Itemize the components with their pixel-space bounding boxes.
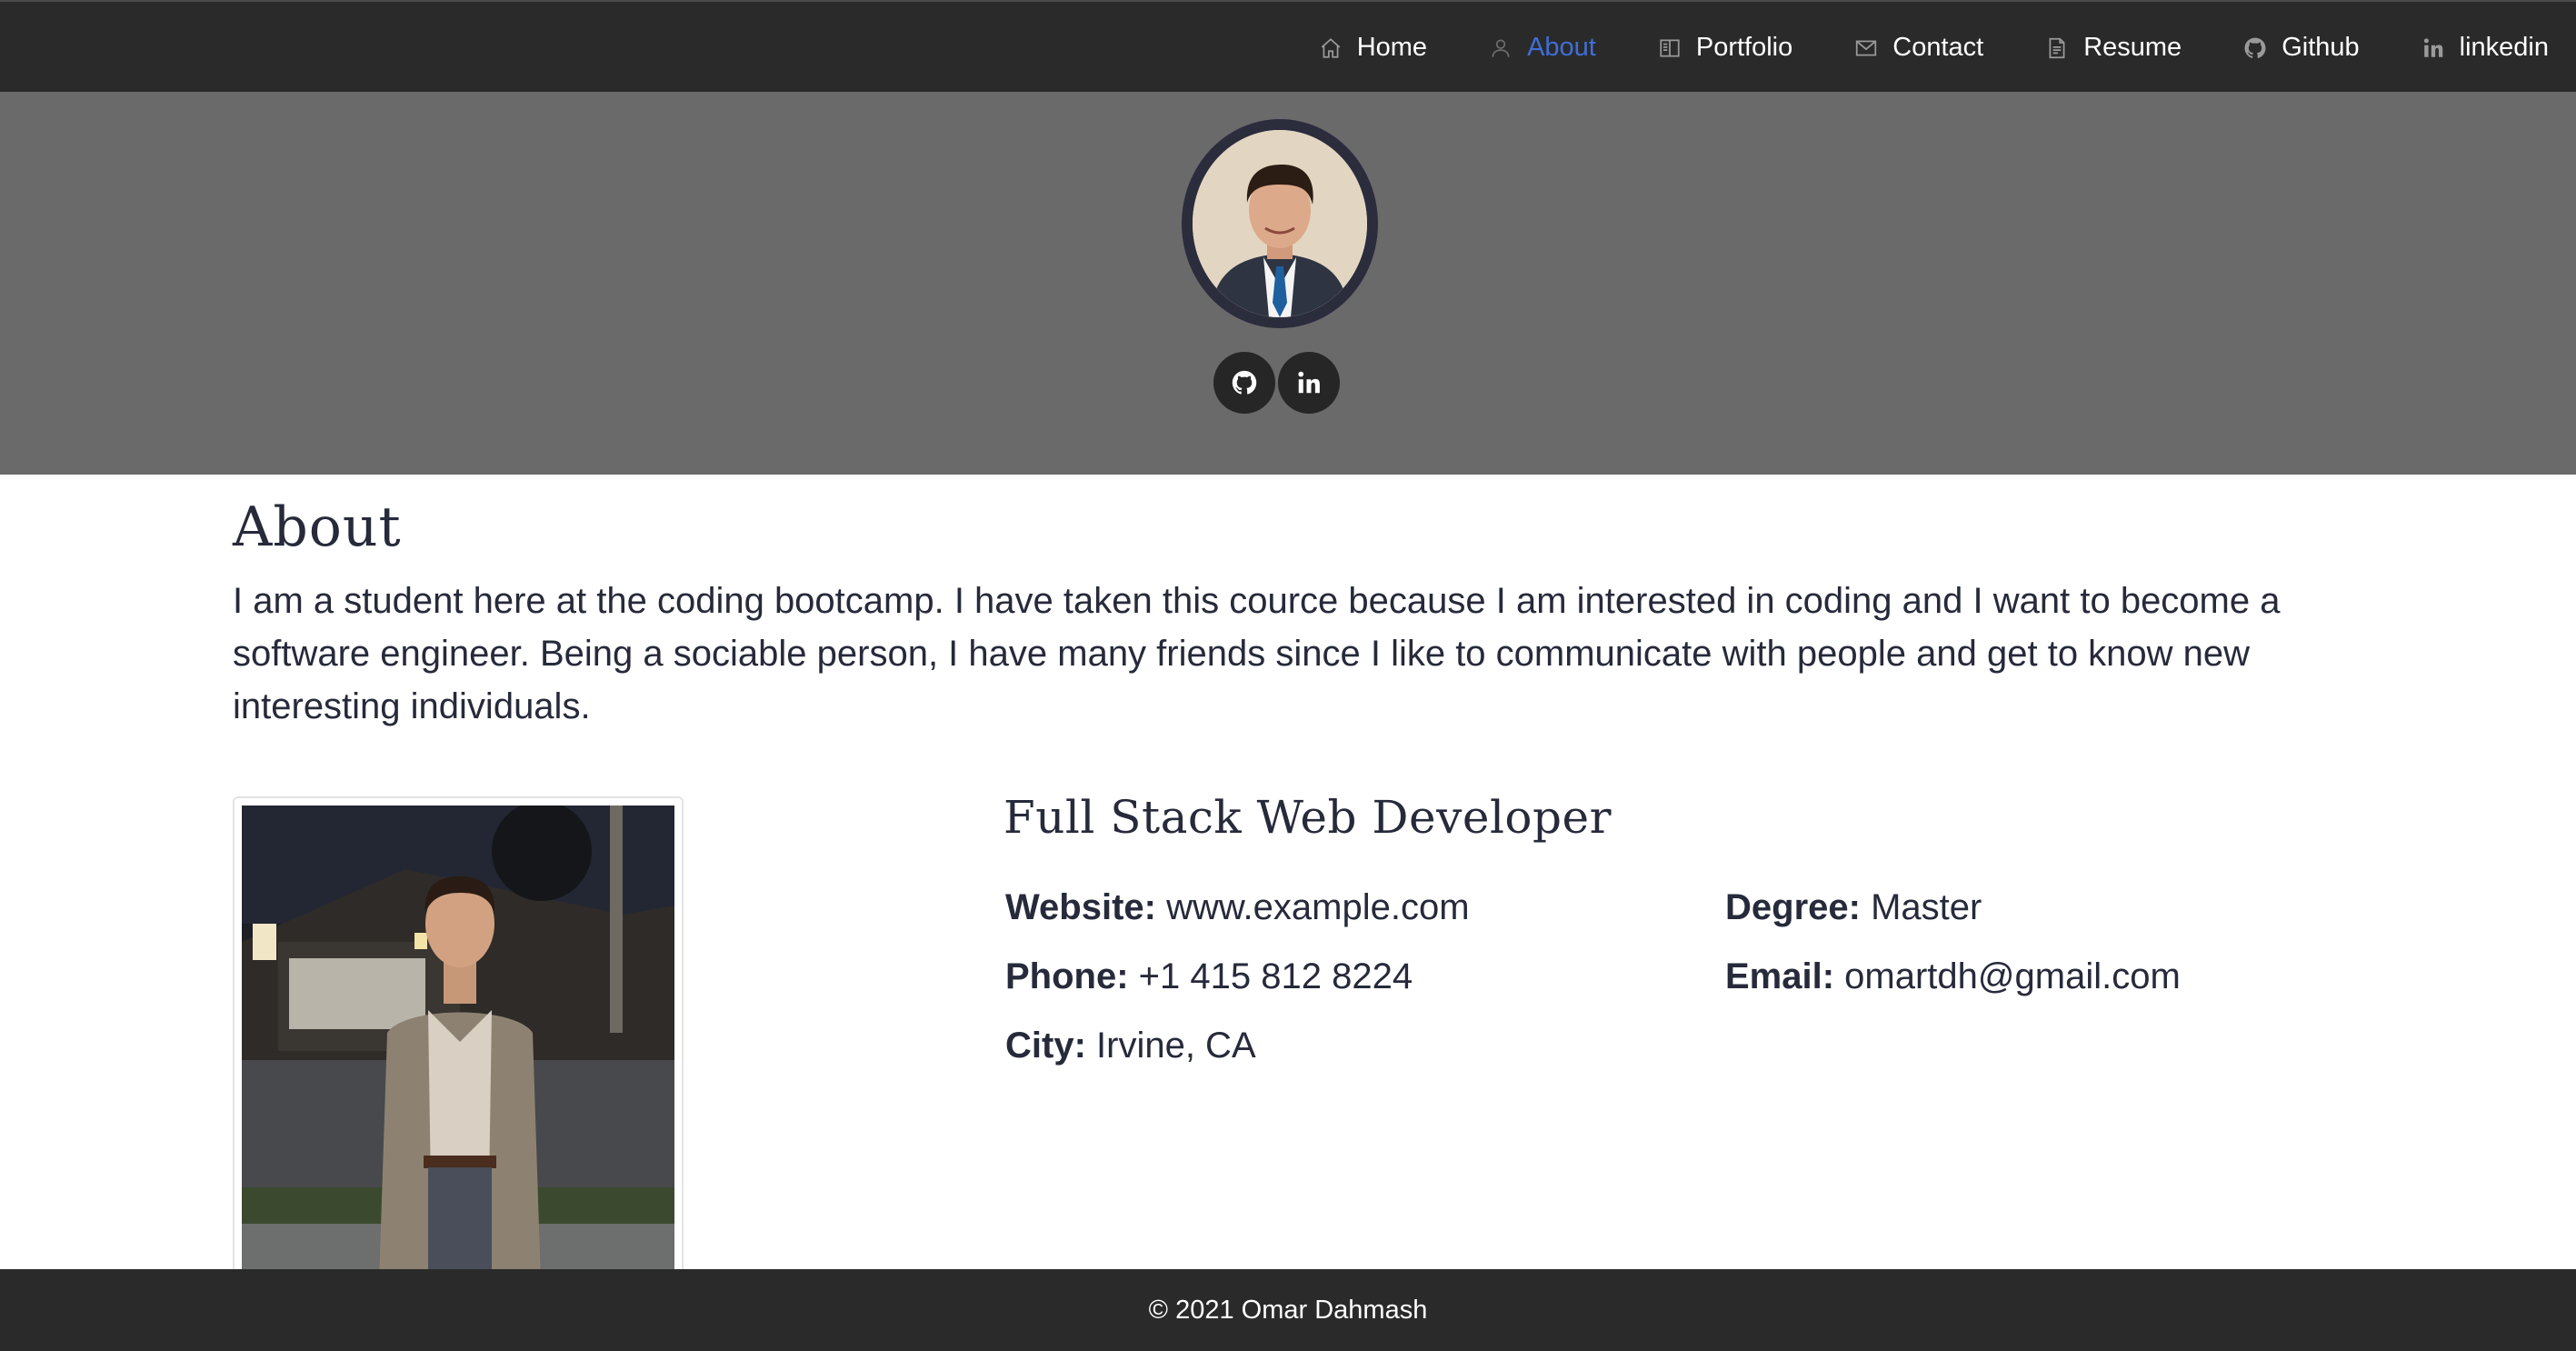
info-city: City: Irvine, CA (1005, 1026, 1256, 1066)
book-icon (1660, 38, 1680, 57)
linkedin-icon (2423, 37, 2442, 57)
github-icon (2244, 37, 2266, 58)
info-email-value: omartdh@gmail.com (1844, 956, 2181, 996)
info-website-value: www.example.com (1166, 887, 1470, 927)
person-icon (1492, 38, 1510, 57)
about-heading: About (233, 495, 402, 559)
nav-github-label: Github (2281, 33, 2360, 62)
nav-linkedin-label: linkedin (2459, 33, 2549, 62)
top-navbar: Home About Portfolio Contact Resume Gith… (0, 0, 2576, 92)
profile-avatar (1182, 119, 1378, 328)
footer-copyright: © 2021 Omar Dahmash (1148, 1295, 1428, 1325)
profile-portrait-image (1193, 130, 1367, 317)
info-degree-label: Degree: (1725, 887, 1861, 927)
nav-portfolio[interactable]: Portfolio (1658, 33, 1792, 63)
file-icon (2049, 37, 2065, 58)
info-city-label: City: (1005, 1026, 1086, 1066)
profile-photo-frame (233, 796, 684, 1315)
profile-photo (242, 806, 674, 1311)
nav-resume[interactable]: Resume (2045, 33, 2182, 63)
nav-portfolio-label: Portfolio (1695, 33, 1793, 62)
hero-github-button[interactable] (1213, 352, 1275, 414)
nav-home[interactable]: Home (1319, 33, 1427, 63)
info-phone-label: Phone: (1005, 956, 1129, 996)
nav-linkedin[interactable]: linkedin (2421, 33, 2549, 63)
nav-home-label: Home (1356, 33, 1428, 62)
nav-about[interactable]: About (1489, 33, 1596, 63)
hero-linkedin-button[interactable] (1278, 352, 1340, 414)
info-phone: Phone: +1 415 812 8224 (1005, 956, 1413, 997)
nav-contact[interactable]: Contact (1854, 33, 1983, 63)
home-icon (1321, 37, 1341, 58)
envelope-icon (1856, 40, 1877, 55)
info-email: Email: omartdh@gmail.com (1725, 956, 2181, 997)
nav-github[interactable]: Github (2243, 33, 2360, 63)
about-description: I am a student here at the coding bootca… (233, 581, 2281, 726)
nav-resume-label: Resume (2083, 33, 2182, 62)
nav-about-label: About (1527, 33, 1596, 62)
linkedin-icon (1298, 371, 1320, 394)
role-heading: Full Stack Web Developer (1003, 791, 1612, 844)
info-phone-value: +1 415 812 8224 (1138, 956, 1413, 996)
info-city-value: Irvine, CA (1096, 1026, 1256, 1066)
github-icon (1232, 370, 1257, 395)
footer: © 2021 Omar Dahmash (0, 1269, 2576, 1351)
info-email-label: Email: (1725, 956, 1835, 996)
info-website: Website: www.example.com (1005, 887, 1470, 928)
nav-contact-label: Contact (1892, 33, 1984, 62)
info-degree-value: Master (1871, 887, 1982, 927)
info-degree: Degree: Master (1725, 887, 1982, 928)
info-website-label: Website: (1005, 887, 1156, 927)
main-nav: Home About Portfolio Contact Resume Gith… (1257, 2, 2549, 94)
